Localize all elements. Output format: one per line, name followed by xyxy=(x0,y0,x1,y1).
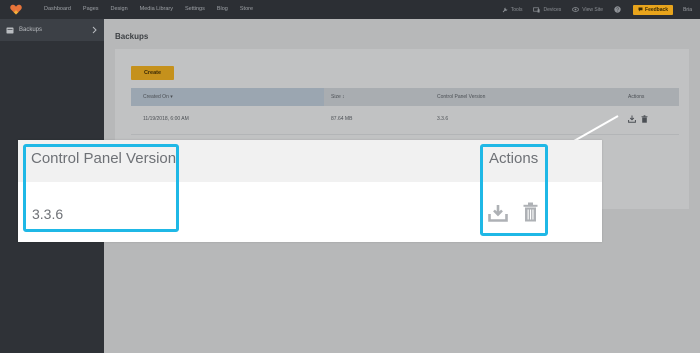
version-highlight-box xyxy=(23,144,179,232)
zoom-callout-panel: Control Panel Version Actions 3.3.6 xyxy=(18,140,602,242)
app-window: Dashboard Pages Design Media Library Set… xyxy=(0,0,700,353)
actions-highlight-box xyxy=(480,144,548,236)
